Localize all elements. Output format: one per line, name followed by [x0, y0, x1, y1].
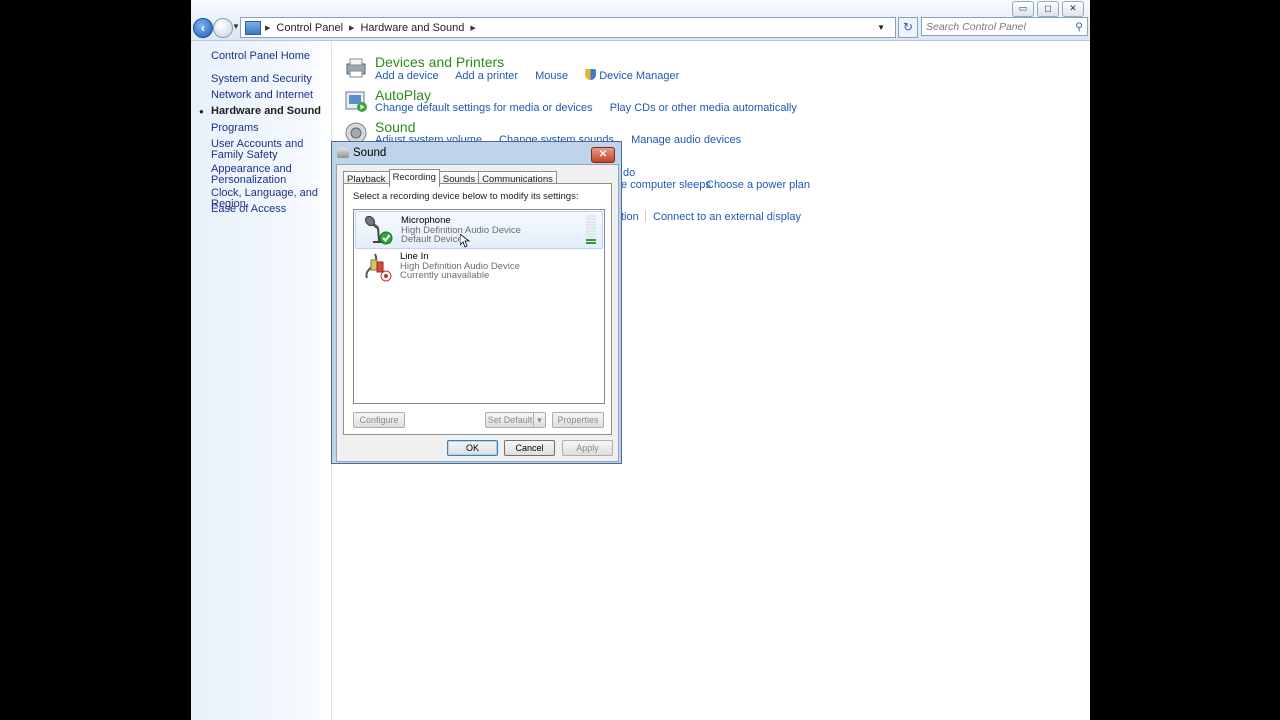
ok-button[interactable]: OK	[447, 440, 498, 456]
recording-instruction: Select a recording device below to modif…	[353, 191, 579, 202]
autoplay-links: Change default settings for media or dev…	[375, 102, 811, 114]
chevron-right-icon[interactable]: ▶	[349, 24, 354, 32]
minimize-button[interactable]: ▭	[1012, 1, 1034, 17]
nav-programs[interactable]: Programs	[211, 123, 326, 134]
tab-recording[interactable]: Recording	[388, 169, 440, 187]
meter-segment	[586, 221, 596, 223]
properties-button[interactable]: Properties	[552, 412, 604, 428]
printer-icon[interactable]	[344, 56, 368, 80]
add-a-printer-link[interactable]: Add a printer	[455, 70, 518, 82]
autoplay-title[interactable]: AutoPlay	[375, 87, 431, 103]
close-window-button[interactable]: ✕	[1062, 1, 1084, 17]
nav-hardware-and-sound[interactable]: Hardware and Sound	[211, 106, 326, 117]
input-level-meter	[586, 215, 596, 245]
mouse-pointer-icon	[460, 234, 470, 248]
device-status: Currently unavailable	[400, 270, 490, 281]
meter-segment	[586, 242, 596, 244]
sound-dialog-titlebar[interactable]: Sound	[337, 147, 386, 159]
meter-segment	[586, 224, 596, 226]
mouse-link[interactable]: Mouse	[535, 70, 568, 82]
partial-link-tion[interactable]: tion	[621, 211, 639, 223]
nav-appearance[interactable]: Appearance and Personalization	[211, 164, 326, 186]
control-panel-window: ▭ ◻ ✕ ‹ ▼ ▶ Control Panel ▶ Hardware and…	[191, 0, 1090, 720]
sound-dialog: Sound ✕ Playback Recording Sounds Commun…	[331, 141, 622, 464]
address-toolbar: ▭ ◻ ✕ ‹ ▼ ▶ Control Panel ▶ Hardware and…	[191, 0, 1090, 41]
meter-segment	[586, 218, 596, 220]
cancel-button[interactable]: Cancel	[504, 440, 555, 456]
apply-button[interactable]: Apply	[562, 440, 613, 456]
close-dialog-button[interactable]: ✕	[591, 147, 615, 163]
chevron-right-icon[interactable]: ▶	[470, 24, 475, 32]
microphone-icon	[365, 215, 393, 245]
connect-external-display-link[interactable]: Connect to an external display	[653, 211, 801, 223]
nav-ease-of-access[interactable]: Ease of Access	[211, 204, 326, 215]
partial-link-computer-sleeps[interactable]: e computer sleeps	[621, 179, 711, 191]
meter-segment	[586, 236, 596, 238]
refresh-icon[interactable]: ↻	[898, 17, 918, 38]
play-cds-link[interactable]: Play CDs or other media automatically	[610, 102, 797, 114]
manage-audio-devices-link[interactable]: Manage audio devices	[631, 134, 741, 146]
breadcrumb-control-panel[interactable]: Control Panel	[276, 22, 343, 34]
control-panel-icon	[245, 20, 261, 35]
forward-button[interactable]	[213, 18, 233, 38]
line-in-cable-icon	[365, 253, 392, 282]
link-divider	[774, 210, 775, 222]
sound-dialog-body: Playback Recording Sounds Communications…	[336, 164, 619, 462]
left-navigation: Control Panel Home System and Security N…	[191, 41, 332, 720]
nav-system-and-security[interactable]: System and Security	[211, 74, 326, 85]
set-default-button[interactable]: Set Default	[485, 412, 535, 428]
address-dropdown-icon[interactable]: ▼	[877, 23, 885, 32]
search-placeholder: Search Control Panel	[926, 21, 1026, 33]
meter-segment	[586, 215, 596, 217]
current-page-bullet-icon: ●	[199, 107, 204, 116]
meter-segment	[586, 227, 596, 229]
address-bar[interactable]: ▶ Control Panel ▶ Hardware and Sound ▶ ▼	[240, 17, 896, 38]
device-microphone[interactable]: Microphone High Definition Audio Device …	[355, 211, 603, 249]
nav-network-and-internet[interactable]: Network and Internet	[211, 90, 326, 101]
meter-segment	[586, 230, 596, 232]
devices-and-printers-links: Add a device Add a printer Mouse Device …	[375, 69, 693, 82]
meter-segment	[586, 239, 596, 241]
nav-user-accounts[interactable]: User Accounts and Family Safety	[211, 139, 326, 161]
add-a-device-link[interactable]: Add a device	[375, 70, 439, 82]
device-line-in[interactable]: Line In High Definition Audio Device Cur…	[355, 248, 601, 284]
devices-and-printers-title[interactable]: Devices and Printers	[375, 54, 504, 70]
breadcrumb-hardware-and-sound[interactable]: Hardware and Sound	[360, 22, 464, 34]
sound-dialog-title: Sound	[353, 147, 387, 159]
recording-device-list[interactable]: Microphone High Definition Audio Device …	[353, 209, 605, 404]
search-icon[interactable]: ⚲	[1075, 18, 1083, 37]
red-down-arrow-icon	[384, 274, 388, 278]
autoplay-icon[interactable]	[344, 89, 368, 113]
change-default-media-settings-link[interactable]: Change default settings for media or dev…	[375, 102, 593, 114]
sound-dialog-icon	[337, 148, 349, 158]
uac-shield-icon	[585, 69, 597, 80]
choose-power-plan-link[interactable]: Choose a power plan	[706, 179, 810, 191]
nav-control-panel-home[interactable]: Control Panel Home	[211, 51, 326, 62]
device-status: Default Device	[401, 234, 463, 245]
caption-buttons: ▭ ◻ ✕	[1012, 1, 1084, 17]
link-divider	[645, 210, 646, 222]
back-button[interactable]: ‹	[193, 18, 213, 38]
recording-panel: Select a recording device below to modif…	[343, 183, 612, 435]
search-input[interactable]: Search Control Panel ⚲	[921, 17, 1088, 36]
partial-link-do[interactable]: do	[623, 167, 635, 179]
device-manager-link[interactable]: Device Manager	[585, 69, 679, 82]
restore-button[interactable]: ◻	[1037, 1, 1059, 17]
configure-button[interactable]: Configure	[353, 412, 405, 428]
meter-segment	[586, 233, 596, 235]
recent-pages-dropdown-icon[interactable]: ▼	[232, 22, 240, 31]
chevron-right-icon[interactable]: ▶	[265, 24, 270, 32]
set-default-dropdown-icon[interactable]: ▾	[533, 412, 546, 428]
sound-title[interactable]: Sound	[375, 119, 415, 135]
